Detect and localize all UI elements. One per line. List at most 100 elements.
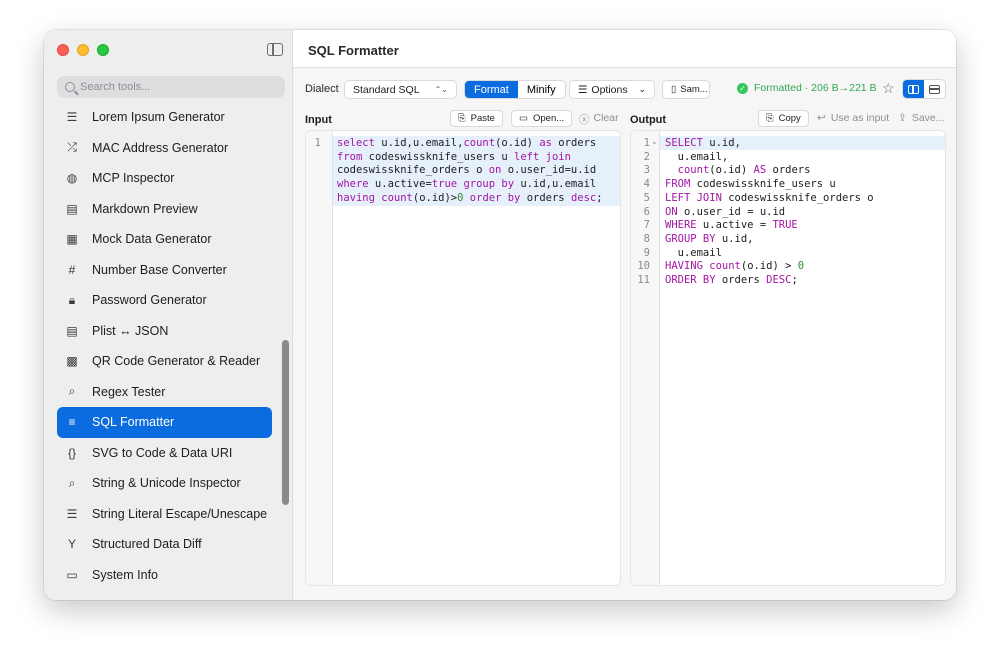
- sliders-icon: ☰: [578, 83, 588, 96]
- sidebar-item-label: Number Base Converter: [92, 262, 227, 277]
- use-as-input-label: Use as input: [830, 112, 890, 124]
- sidebar-item-label: SVG to Code & Data URI: [92, 445, 233, 460]
- sidebar-item[interactable]: ≡ SQL Formatter: [57, 407, 272, 438]
- zoom-window-button[interactable]: [97, 44, 109, 56]
- dialect-label: Dialect: [305, 83, 339, 95]
- input-code[interactable]: select u.id,u.email,count(o.id) as order…: [337, 137, 603, 206]
- sidebar-item[interactable]: ▭ System Info: [57, 560, 272, 591]
- sidebar-item[interactable]: ▦ Mock Data Generator: [57, 224, 272, 255]
- sidebar-item-label: Password Generator: [92, 293, 207, 308]
- sidebar-item-label: Plist ↔ JSON: [92, 323, 169, 338]
- chevron-updown-icon: ⌃⌄: [434, 85, 448, 94]
- text-align-icon: ≡: [68, 415, 76, 430]
- clipboard-icon: ⎘: [458, 113, 466, 124]
- output-pane-header: Output ⎘ Copy ↩ Use as input ⇪ Save...: [630, 110, 946, 132]
- hash-icon: #: [68, 262, 76, 277]
- close-window-button[interactable]: [57, 44, 69, 56]
- sidebar-scrollbar[interactable]: [282, 110, 289, 590]
- scrollbar-thumb[interactable]: [282, 340, 289, 505]
- folder-icon: ▭: [519, 113, 528, 124]
- save-label: Save...: [911, 112, 945, 124]
- return-arrow-icon: ↩: [817, 112, 826, 124]
- split-horizontal-button[interactable]: [903, 80, 924, 98]
- dialect-select[interactable]: Standard SQL ⌃⌄: [344, 80, 457, 99]
- sidebar-item-label: String & Unicode Inspector: [92, 476, 241, 491]
- fork-icon: Y: [67, 537, 76, 552]
- input-gutter: [306, 131, 333, 585]
- chevron-down-icon: ⌄: [638, 84, 646, 94]
- magnify-icon: ⌕: [68, 384, 76, 399]
- minify-mode-button[interactable]: Minify: [518, 81, 565, 98]
- qrcode-icon: ▩: [66, 354, 78, 369]
- sidebar-item-label: SQL Formatter: [92, 415, 175, 430]
- open-button[interactable]: ▭ Open...: [511, 110, 573, 127]
- rows-icon: [929, 84, 940, 94]
- sidebar-item-label: MCP Inspector: [92, 171, 175, 186]
- sidebar-item[interactable]: ▩ QR Code Generator & Reader: [57, 346, 272, 377]
- sidebar-item[interactable]: ▤ Plist ↔ JSON: [57, 316, 272, 347]
- minimize-window-button[interactable]: [77, 44, 89, 56]
- monitor-icon: ▭: [66, 567, 78, 582]
- sidebar-item-label: String Literal Escape/Unescape: [92, 506, 268, 521]
- format-status: ✓ Formatted · 206 B→221 B: [737, 82, 877, 94]
- sidebar-item[interactable]: ⌕ Regex Tester: [57, 377, 272, 408]
- sidebar-item-label: MAC Address Generator: [92, 140, 229, 155]
- sidebar-toggle-icon[interactable]: [267, 43, 283, 56]
- output-code[interactable]: SELECT u.id, u.email, count(o.id) AS ord…: [665, 137, 874, 288]
- app-window: ☰ Lorem Ipsum Generator ⤮ MAC Address Gener…: [44, 30, 956, 600]
- options-menu-button[interactable]: ☰ Options ⌄: [569, 80, 655, 99]
- search-input[interactable]: [80, 81, 270, 93]
- sidebar-item[interactable]: 🔒︎ Password Generator: [57, 285, 272, 316]
- paste-button[interactable]: ⎘ Paste: [450, 110, 503, 127]
- sidebar-item-label: System Info: [92, 567, 158, 582]
- copy-button[interactable]: ⎘ Copy: [758, 110, 809, 127]
- sidebar: ☰ Lorem Ipsum Generator ⤮ MAC Address Gener…: [44, 30, 293, 600]
- text-lines-icon: ☰: [66, 506, 78, 521]
- traffic-lights: [57, 44, 109, 56]
- save-icon: ⇪: [898, 112, 907, 124]
- sidebar-item[interactable]: # Number Base Converter: [57, 255, 272, 286]
- sidebar-search[interactable]: [57, 76, 285, 98]
- sidebar-item[interactable]: ⤮ MAC Address Generator: [57, 133, 272, 164]
- clear-button[interactable]: ⓧ Clear: [579, 112, 619, 127]
- mode-segmented-control: Format Minify: [464, 80, 566, 99]
- output-editor[interactable]: 1 2 3 4 5 6 7 8 9 10 11 ⌄ SELECT u.id, u…: [630, 130, 946, 586]
- sample-label: Sam...: [680, 84, 708, 95]
- braces-icon: {}: [67, 445, 76, 460]
- sidebar-item[interactable]: {} SVG to Code & Data URI: [57, 438, 272, 469]
- input-line-numbers: 1: [314, 137, 321, 149]
- sidebar-item[interactable]: Y Structured Data Diff: [57, 529, 272, 560]
- sidebar-item[interactable]: ▤ Markdown Preview: [57, 194, 272, 225]
- input-pane-header: Input ⎘ Paste ▭ Open... ⓧ Clear: [305, 110, 621, 132]
- split-vertical-button[interactable]: [924, 80, 945, 98]
- fold-chevron-icon[interactable]: ⌄: [651, 137, 658, 146]
- search-icon: [65, 82, 75, 92]
- input-editor[interactable]: 1 select u.id,u.email,count(o.id) as ord…: [305, 130, 621, 586]
- format-mode-button[interactable]: Format: [465, 81, 518, 98]
- use-as-input-button[interactable]: ↩ Use as input: [817, 112, 889, 124]
- open-label: Open...: [532, 113, 565, 124]
- columns-icon: [908, 84, 919, 94]
- sidebar-item[interactable]: ⌕ String & Unicode Inspector: [57, 468, 272, 499]
- layout-toggle: [902, 79, 946, 99]
- output-header: Output: [630, 114, 667, 126]
- shuffle-icon: ⤮: [67, 140, 77, 155]
- copy-label: Copy: [778, 113, 801, 124]
- sidebar-item[interactable]: ◍ MCP Inspector: [57, 163, 272, 194]
- save-button[interactable]: ⇪ Save...: [898, 112, 945, 124]
- page-title: SQL Formatter: [308, 43, 399, 58]
- sidebar-item[interactable]: ☰ String Literal Escape/Unescape: [57, 499, 272, 530]
- text-lines-icon: ☰: [66, 110, 78, 125]
- paste-label: Paste: [470, 113, 495, 124]
- sidebar-item[interactable]: ☰ Lorem Ipsum Generator: [57, 102, 272, 133]
- output-line-numbers: 1 2 3 4 5 6 7 8 9 10 11: [637, 137, 650, 287]
- lock-icon: 🔒︎: [68, 292, 76, 307]
- dialect-value: Standard SQL: [353, 83, 420, 96]
- sidebar-item-label: Regex Tester: [92, 384, 166, 399]
- document-icon: ▤: [66, 201, 78, 216]
- status-text: Formatted · 206 B→221 B: [754, 82, 877, 94]
- star-icon[interactable]: ☆: [882, 80, 895, 97]
- sample-button[interactable]: ▯ Sam...: [662, 80, 710, 99]
- sidebar-item-label: QR Code Generator & Reader: [92, 354, 261, 369]
- options-label: Options: [591, 83, 628, 96]
